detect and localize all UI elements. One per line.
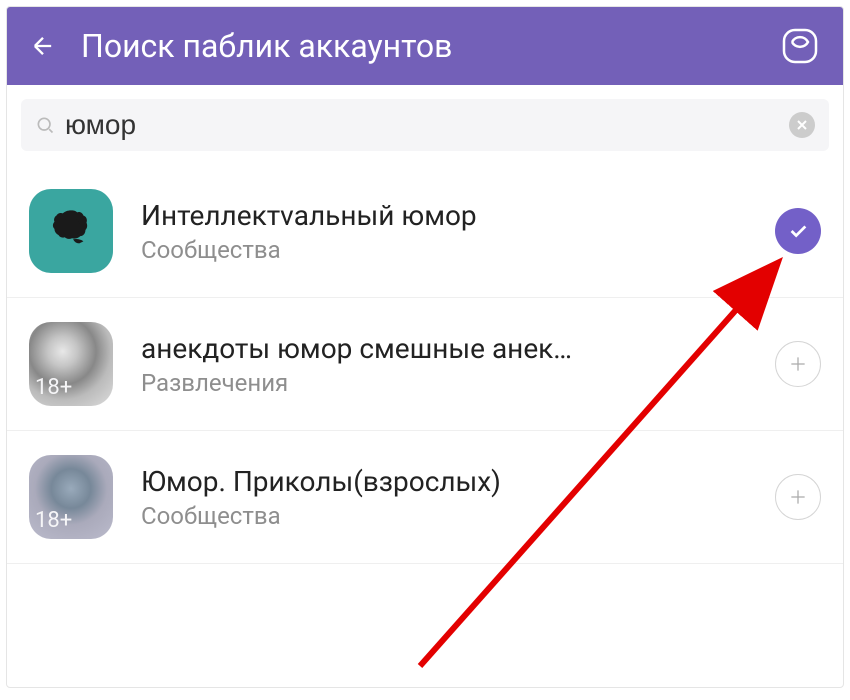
result-item[interactable]: Интеллектvальный юмор Сообщества [7, 165, 843, 298]
avatar: 18+ [29, 455, 113, 539]
search-icon [35, 115, 55, 135]
result-title: Интеллектvальный юмор [141, 199, 747, 232]
age-badge: 18+ [35, 375, 72, 400]
result-title: анекдоты юмор смешные анек… [141, 332, 747, 365]
clear-search-button[interactable] [789, 112, 815, 138]
back-button[interactable] [29, 32, 57, 60]
result-subtitle: Сообщества [141, 502, 747, 530]
subscribed-button[interactable] [775, 208, 821, 254]
viber-logo-icon [779, 25, 821, 67]
add-button[interactable] [775, 341, 821, 387]
results-list: Интеллектvальный юмор Сообщества 18+ ане… [7, 165, 843, 564]
page-title: Поиск паблик аккаунтов [81, 27, 755, 65]
avatar: 18+ [29, 322, 113, 406]
search-input[interactable] [65, 109, 779, 141]
result-text: Юмор. Приколы(взрослых) Сообщества [141, 465, 747, 530]
result-item[interactable]: 18+ Юмор. Приколы(взрослых) Сообщества [7, 431, 843, 564]
result-item[interactable]: 18+ анекдоты юмор смешные анек… Развлече… [7, 298, 843, 431]
result-text: Интеллектvальный юмор Сообщества [141, 199, 747, 264]
add-button[interactable] [775, 474, 821, 520]
app-header: Поиск паблик аккаунтов [7, 7, 843, 85]
result-title: Юмор. Приколы(взрослых) [141, 465, 747, 498]
result-text: анекдоты юмор смешные анек… Развлечения [141, 332, 747, 397]
result-subtitle: Развлечения [141, 369, 747, 397]
search-bar [21, 99, 829, 151]
age-badge: 18+ [35, 508, 72, 533]
result-subtitle: Сообщества [141, 236, 747, 264]
avatar [29, 189, 113, 273]
